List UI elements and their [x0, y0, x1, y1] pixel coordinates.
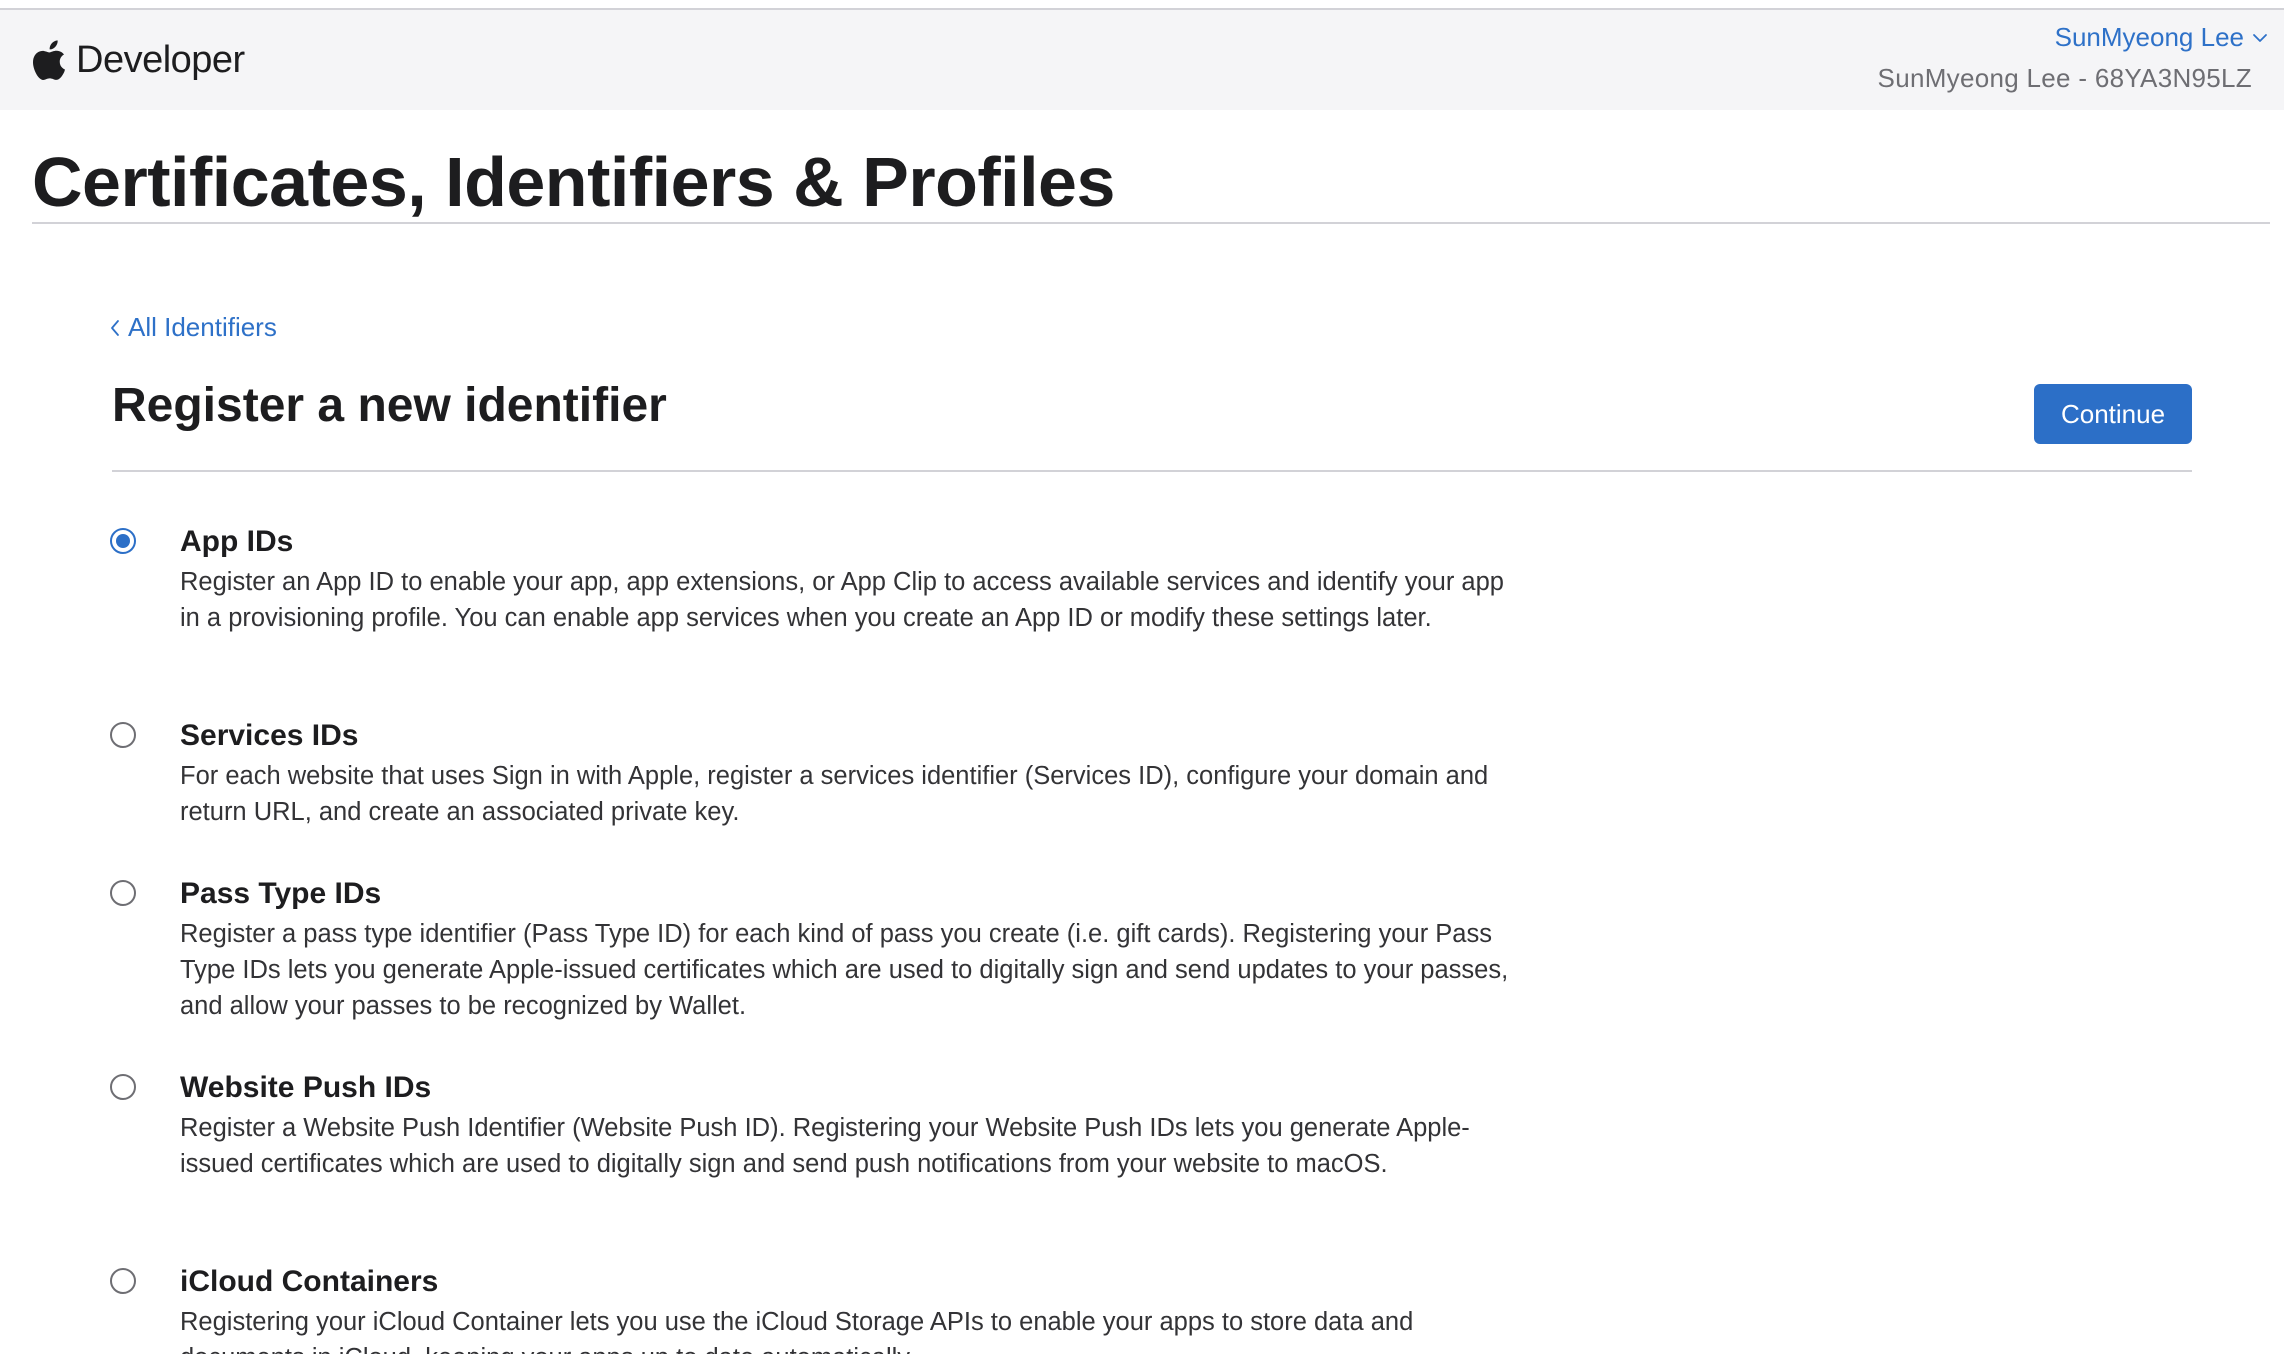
- option-description: For each website that uses Sign in with …: [180, 762, 1489, 826]
- page-title: Certificates, Identifiers & Profiles: [32, 143, 1115, 221]
- radio-app-ids[interactable]: [110, 528, 136, 554]
- account-name-dropdown[interactable]: SunMyeong Lee: [2055, 22, 2268, 53]
- account-name: SunMyeong Lee: [2054, 22, 2244, 52]
- page: Developer SunMyeong Lee SunMyeong Lee - …: [0, 0, 2284, 1354]
- radio-pass-type-ids[interactable]: [110, 880, 136, 906]
- all-identifiers-back-link[interactable]: All Identifiers: [110, 312, 277, 343]
- radio-icloud-containers[interactable]: [110, 1268, 136, 1294]
- option-title: Services IDs: [180, 719, 359, 752]
- section-divider: [112, 470, 2192, 472]
- option-description: Register a pass type identifier (Pass Ty…: [180, 920, 1509, 1020]
- option-title: Website Push IDs: [180, 1071, 432, 1104]
- option-description: Register an App ID to enable your app, a…: [180, 568, 1504, 632]
- account-menu: SunMyeong Lee SunMyeong Lee - 68YA3N95LZ: [1878, 22, 2268, 94]
- option-title: Pass Type IDs: [180, 877, 382, 910]
- radio-services-ids[interactable]: [110, 722, 136, 748]
- option-description: Register a Website Push Identifier (Webs…: [180, 1114, 1470, 1178]
- option-description: Registering your iCloud Container lets y…: [180, 1308, 1414, 1354]
- chevron-left-icon: [111, 319, 119, 336]
- global-header: Developer SunMyeong Lee SunMyeong Lee - …: [0, 10, 2284, 110]
- chevron-down-icon: [2253, 33, 2267, 42]
- option-title: App IDs: [180, 525, 294, 558]
- title-divider: [32, 222, 2270, 224]
- brand-name: Developer: [76, 38, 245, 81]
- radio-website-push-ids[interactable]: [110, 1074, 136, 1100]
- continue-button[interactable]: Continue: [2034, 384, 2192, 444]
- top-border: [0, 0, 2284, 10]
- apple-logo-icon: [33, 40, 66, 80]
- section-heading: Register a new identifier: [112, 379, 667, 432]
- developer-home-link[interactable]: Developer: [32, 30, 245, 90]
- team-name: SunMyeong Lee - 68YA3N95LZ: [1877, 63, 2252, 93]
- option-title: iCloud Containers: [180, 1265, 439, 1298]
- back-link-label: All Identifiers: [128, 312, 277, 342]
